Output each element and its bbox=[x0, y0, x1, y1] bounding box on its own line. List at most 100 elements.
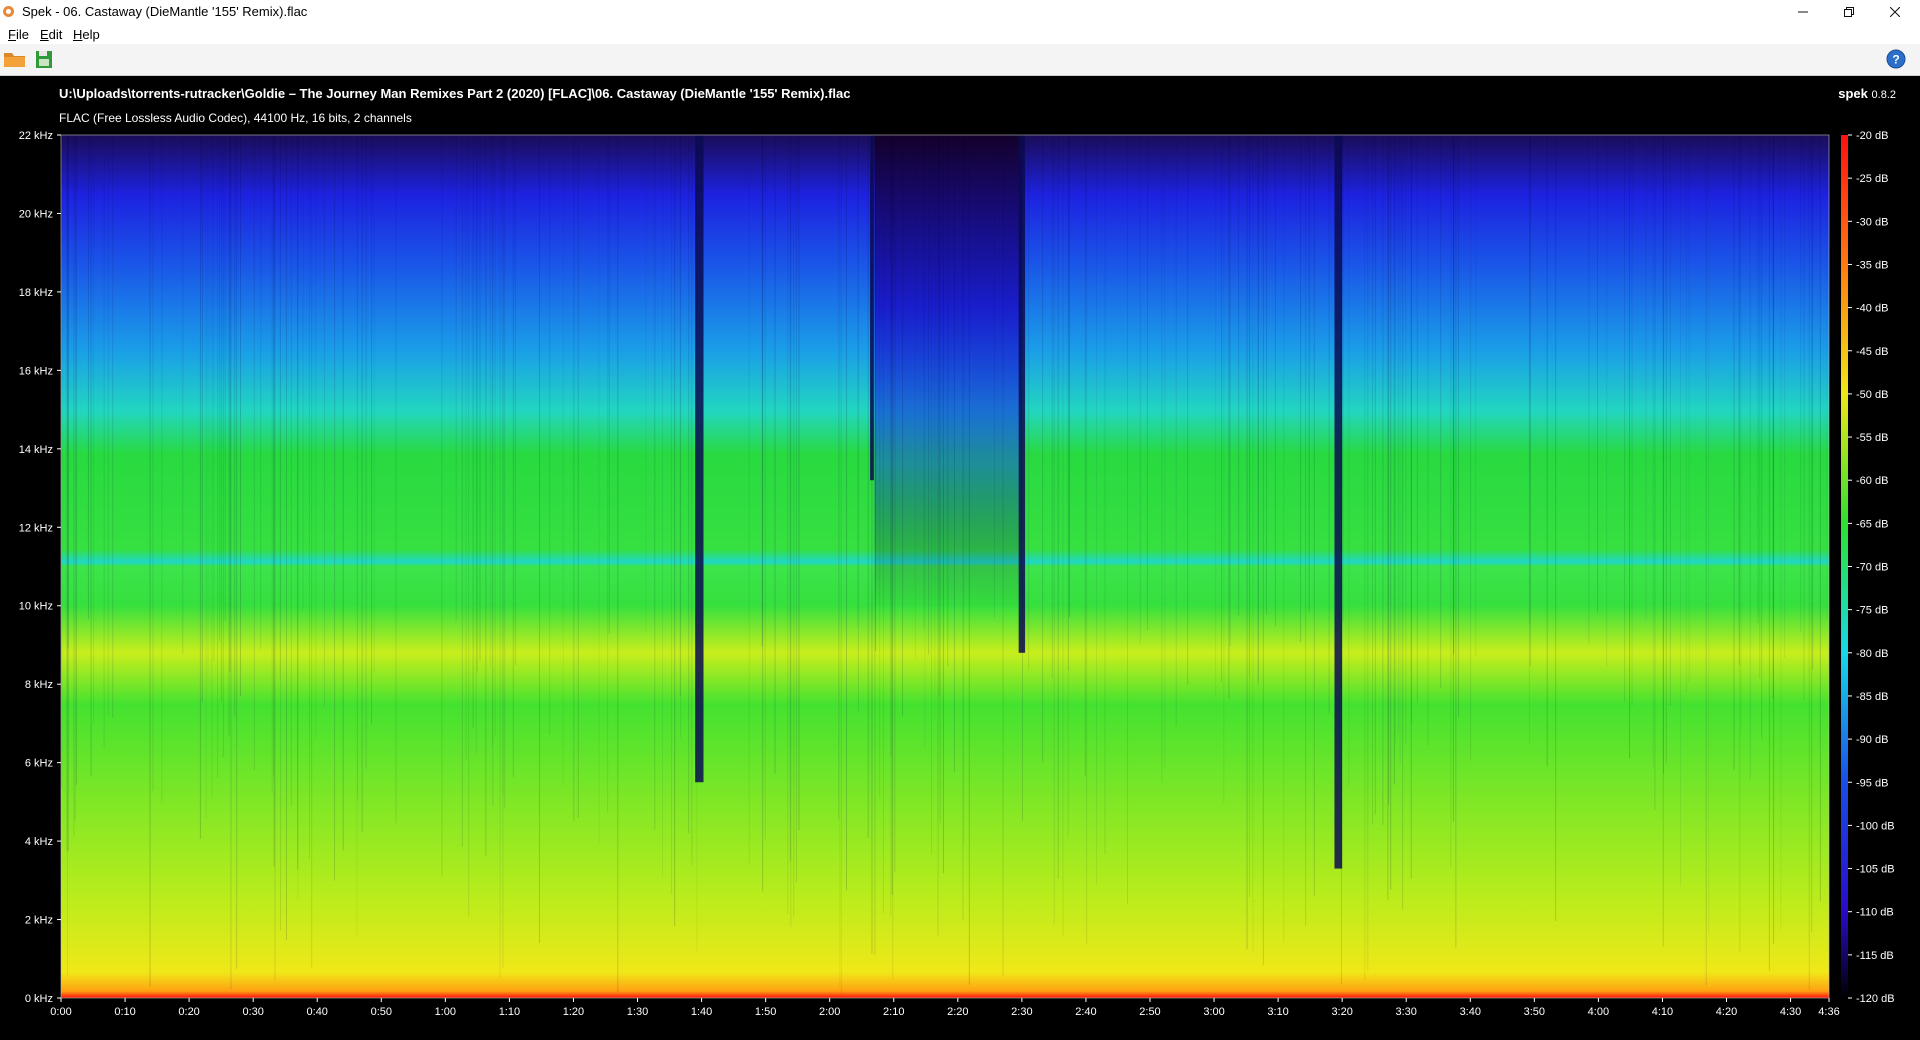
codec-info: FLAC (Free Lossless Audio Codec), 44100 … bbox=[59, 111, 412, 125]
texture-line bbox=[762, 135, 764, 892]
texture-line bbox=[1387, 135, 1389, 900]
texture-line bbox=[1772, 135, 1774, 699]
texture-line bbox=[365, 135, 367, 769]
texture-line bbox=[1086, 135, 1088, 945]
x-tick-label: 3:00 bbox=[1203, 1006, 1224, 1018]
texture-line bbox=[845, 135, 847, 890]
menu-edit-accel: E bbox=[40, 27, 49, 42]
texture-line bbox=[87, 135, 89, 620]
texture-line bbox=[1068, 135, 1070, 618]
texture-line bbox=[302, 135, 304, 611]
db-colorbar: -20 dB -25 dB -30 dB -35 dB -40 dB -45 dB -50 … bbox=[1841, 130, 1895, 1005]
texture-line bbox=[1705, 135, 1707, 986]
colorbar-tick-label: -110 dB bbox=[1856, 907, 1894, 919]
colorbar-tick-label: -50 dB bbox=[1856, 389, 1888, 401]
texture-line bbox=[840, 135, 842, 995]
menu-bar: File Edit Help bbox=[0, 24, 1920, 45]
texture-line bbox=[512, 135, 514, 778]
texture-line bbox=[1246, 135, 1248, 950]
colorbar-tick-label: -30 dB bbox=[1856, 216, 1888, 228]
texture-line bbox=[1397, 135, 1399, 734]
texture-line bbox=[274, 135, 276, 981]
texture-line bbox=[152, 135, 154, 791]
texture-line bbox=[1372, 135, 1374, 825]
texture-line bbox=[514, 135, 516, 666]
texture-line bbox=[229, 135, 231, 672]
texture-line bbox=[395, 135, 397, 824]
texture-line bbox=[914, 135, 916, 659]
texture-line bbox=[1283, 135, 1285, 943]
texture-line bbox=[356, 135, 358, 800]
texture-line bbox=[748, 135, 750, 866]
texture-line bbox=[67, 135, 69, 977]
texture-line bbox=[795, 135, 797, 883]
x-tick-label: 2:40 bbox=[1075, 1006, 1096, 1018]
texture-line bbox=[182, 135, 184, 655]
texture-line bbox=[323, 135, 325, 707]
texture-line bbox=[1028, 135, 1030, 670]
texture-line bbox=[577, 135, 579, 818]
colorbar-tick-label: -90 dB bbox=[1856, 734, 1888, 746]
texture-line bbox=[1631, 135, 1633, 706]
texture-line bbox=[787, 135, 789, 914]
texture-line bbox=[272, 135, 274, 777]
minimize-button[interactable] bbox=[1780, 0, 1826, 24]
menu-edit[interactable]: Edit bbox=[40, 27, 62, 42]
minimize-icon bbox=[1798, 11, 1808, 13]
texture-line bbox=[838, 135, 840, 820]
texture-line bbox=[902, 135, 904, 716]
close-button[interactable] bbox=[1872, 0, 1918, 24]
texture-line bbox=[334, 135, 336, 881]
texture-line bbox=[538, 135, 540, 944]
menu-file[interactable]: File bbox=[8, 27, 29, 42]
texture-line bbox=[1274, 135, 1276, 627]
texture-line bbox=[1364, 135, 1366, 982]
texture-line bbox=[1624, 135, 1626, 702]
x-tick-label: 3:50 bbox=[1524, 1006, 1545, 1018]
save-image-icon[interactable] bbox=[32, 48, 58, 70]
colorbar-tick-label: -35 dB bbox=[1856, 259, 1888, 271]
texture-line bbox=[1800, 135, 1802, 633]
texture-line bbox=[1645, 135, 1647, 620]
texture-line bbox=[1475, 135, 1477, 657]
y-tick-label: 12 kHz bbox=[19, 522, 53, 534]
x-tick-label: 1:00 bbox=[435, 1006, 456, 1018]
texture-line bbox=[953, 135, 955, 773]
colorbar-tick-label: -45 dB bbox=[1856, 346, 1888, 358]
texture-line bbox=[562, 135, 564, 785]
close-icon bbox=[1890, 7, 1900, 17]
texture-line bbox=[1374, 135, 1376, 815]
signal-gap bbox=[1018, 135, 1026, 653]
texture-line bbox=[61, 135, 63, 788]
texture-line bbox=[1410, 135, 1412, 879]
texture-line bbox=[1759, 135, 1761, 679]
texture-line bbox=[93, 135, 95, 725]
help-icon[interactable]: ? bbox=[1883, 48, 1909, 70]
texture-line bbox=[1096, 135, 1098, 885]
spectrogram-plot bbox=[60, 134, 1830, 999]
maximize-button[interactable] bbox=[1826, 0, 1872, 24]
texture-line bbox=[1596, 135, 1598, 613]
y-tick-label: 14 kHz bbox=[19, 444, 53, 456]
x-tick-label: 1:30 bbox=[627, 1006, 648, 1018]
texture-line bbox=[1669, 135, 1671, 706]
texture-line bbox=[1215, 135, 1217, 697]
x-tick-label: 0:30 bbox=[242, 1006, 263, 1018]
texture-line bbox=[1051, 135, 1053, 679]
texture-line bbox=[220, 135, 222, 703]
texture-line bbox=[931, 135, 933, 854]
folder-open-icon[interactable] bbox=[2, 48, 28, 70]
texture-line bbox=[107, 135, 109, 716]
menu-help[interactable]: Help bbox=[73, 27, 100, 42]
texture-line bbox=[882, 135, 884, 914]
spek-app-icon bbox=[3, 6, 14, 17]
x-tick-label: 0:00 bbox=[50, 1006, 71, 1018]
menu-edit-rest: dit bbox=[48, 27, 63, 42]
texture-line bbox=[455, 135, 457, 623]
colorbar-gradient bbox=[1841, 135, 1848, 998]
texture-line bbox=[1784, 135, 1786, 658]
texture-line bbox=[1546, 135, 1548, 767]
spectrogram-chart: 0 kHz 2 kHz 4 kHz 6 kHz 8 kHz 10 kHz 12 kHz 14 … bbox=[19, 130, 1895, 1018]
spectrogram-canvas: 0 kHz 2 kHz 4 kHz 6 kHz 8 kHz 10 kHz 12 kHz 14 … bbox=[0, 76, 1920, 1040]
texture-line bbox=[475, 135, 477, 755]
